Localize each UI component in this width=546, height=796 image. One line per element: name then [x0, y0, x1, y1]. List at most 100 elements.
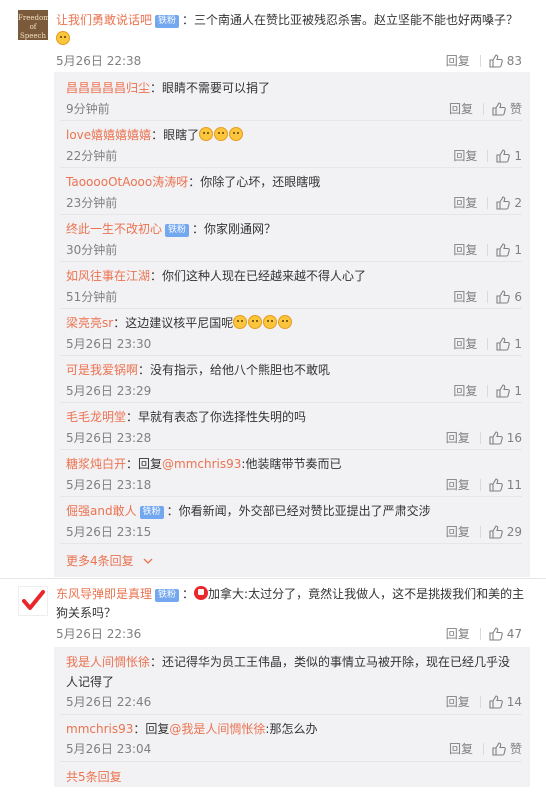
- like-count: 16: [506, 430, 522, 445]
- reply-button[interactable]: 回复: [446, 476, 470, 493]
- like-count: 1: [514, 383, 522, 398]
- username-link[interactable]: 可是我爱锅啊: [66, 363, 138, 377]
- reply-body: ：你看新闻，外交部已经对赞比亚提出了严肃交涉: [166, 504, 431, 518]
- reply-time: 5月26日 23:15: [66, 525, 152, 539]
- mention-link[interactable]: @mmchris93: [162, 457, 241, 471]
- reply-button[interactable]: 回复: [453, 194, 477, 211]
- mention-link[interactable]: @我是人间惆怅徐: [169, 722, 265, 736]
- reply-button[interactable]: 回复: [453, 241, 477, 258]
- comment-text: 东风导弹即是真理 铁粉：加拿大:太过分了，竟然让我做人，这不是挑拨我们和美的主 狗…: [56, 586, 525, 620]
- like-icon[interactable]: [496, 242, 511, 257]
- like-icon[interactable]: [489, 626, 503, 641]
- divider: [487, 149, 489, 162]
- sub-reply-text: 如风往事在江湖：你们这种人现在已经越来越不得人心了: [66, 268, 516, 284]
- reply-divider: [60, 214, 522, 215]
- reply-divider: [60, 496, 522, 497]
- avatar[interactable]: Freedom of Speech: [18, 10, 48, 40]
- reply-button[interactable]: 回复: [449, 740, 473, 757]
- reply-button[interactable]: 回复: [453, 382, 477, 399]
- like-icon[interactable]: [496, 148, 511, 163]
- reply-time: 5月26日 23:18: [66, 478, 152, 492]
- emoji-icon: [229, 127, 244, 141]
- like-icon[interactable]: [496, 383, 511, 398]
- like-count: 1: [514, 242, 522, 257]
- emoji-icon: [56, 31, 70, 45]
- username-link[interactable]: love嬉嬉嬉嬉嬉: [66, 128, 151, 142]
- username-link[interactable]: 糖浆炖白开: [66, 457, 126, 471]
- sub-reply-text: 可是我爱锅啊：没有指示，给他八个熊胆也不敢吼: [66, 362, 516, 378]
- like-icon[interactable]: [489, 694, 503, 709]
- reply-actions: 回复 29: [446, 523, 522, 540]
- chevron-down-icon: [144, 558, 153, 564]
- like-icon[interactable]: [492, 741, 506, 756]
- fan-badge: 铁粉: [155, 15, 180, 28]
- divider: [479, 525, 481, 538]
- username-link[interactable]: 终此一生不改初心: [66, 222, 162, 236]
- reply-actions: 回复 11: [446, 476, 522, 493]
- sub-reply-text: mmchris93：回复@我是人间惆怅徐:那怎么办: [66, 720, 516, 738]
- username-link[interactable]: 倔强and敢人: [66, 504, 137, 518]
- divider: [479, 627, 481, 640]
- reply-time: 5月26日 23:29: [66, 384, 152, 398]
- sub-reply-text: love嬉嬉嬉嬉嬉：眼瞎了: [66, 127, 516, 143]
- reply-button[interactable]: 回复: [453, 335, 477, 352]
- sub-reply-text: 昌昌昌昌昌归尘：眼睛不需要可以捐了: [66, 80, 516, 96]
- like-icon[interactable]: [489, 53, 503, 68]
- reply-button[interactable]: 回复: [446, 625, 470, 642]
- divider: [479, 54, 481, 67]
- like-icon[interactable]: [492, 101, 506, 116]
- reply-body: ：你家刚通网？: [192, 222, 277, 236]
- divider: [479, 431, 481, 444]
- like-icon[interactable]: [489, 430, 503, 445]
- reply-button[interactable]: 回复: [446, 52, 470, 69]
- username-link[interactable]: 如风往事在江湖: [66, 269, 150, 283]
- reply-divider: [60, 714, 522, 715]
- username-link[interactable]: 梁亮亮sr: [66, 316, 113, 330]
- reply-actions: 回复 1: [453, 382, 522, 399]
- reply-actions: 回复 16: [446, 429, 522, 446]
- reply-time: 5月26日 22:46: [66, 695, 152, 709]
- reply-body: ：回复: [133, 722, 170, 736]
- reply-time: 51分钟前: [66, 290, 118, 304]
- divider: [487, 384, 489, 397]
- reply-button[interactable]: 回复: [446, 523, 470, 540]
- sub-reply-text: 倔强and敢人 铁粉 ：你看新闻，外交部已经对赞比亚提出了严肃交涉: [66, 503, 516, 519]
- like-count: 47: [506, 626, 522, 641]
- username-link[interactable]: 东风导弹即是真理: [56, 587, 152, 601]
- username-link[interactable]: 昌昌昌昌昌归尘: [66, 81, 150, 95]
- reply-divider: [60, 308, 522, 309]
- reply-divider: [60, 761, 522, 762]
- like-count: 2: [514, 195, 522, 210]
- username-link[interactable]: 我是人间惆怅徐: [66, 655, 150, 669]
- comment-time: 5月26日 22:38: [56, 54, 142, 68]
- reply-actions: 回复 赞: [449, 740, 522, 757]
- reply-divider: [60, 543, 522, 544]
- username-link[interactable]: 毛毛龙明堂: [66, 410, 126, 424]
- username-link[interactable]: 让我们勇敢说话吧: [56, 13, 152, 27]
- like-icon[interactable]: [489, 524, 503, 539]
- avatar[interactable]: [18, 586, 48, 616]
- like-icon[interactable]: [496, 289, 511, 304]
- reply-button[interactable]: 回复: [446, 429, 470, 446]
- reply-divider: [60, 402, 522, 403]
- reply-time: 30分钟前: [66, 243, 118, 257]
- reply-button[interactable]: 回复: [446, 693, 470, 710]
- like-icon[interactable]: [496, 195, 511, 210]
- emoji-icon: [214, 127, 229, 141]
- reply-body: ：这边建议核平尼国呢: [113, 316, 234, 330]
- sub-reply-text: 梁亮亮sr：这边建议核平尼国呢: [66, 315, 516, 331]
- like-icon[interactable]: [496, 336, 511, 351]
- more-replies-link[interactable]: 更多4条回复: [66, 552, 153, 569]
- reply-actions: 回复 14: [446, 693, 522, 710]
- emoji-icon: [233, 315, 248, 329]
- username-link[interactable]: TaooooOtAooo涛涛呀: [66, 175, 188, 189]
- reply-button[interactable]: 回复: [449, 100, 473, 117]
- reply-button[interactable]: 回复: [453, 288, 477, 305]
- total-replies-link[interactable]: 共5条回复: [66, 768, 122, 785]
- comment-text: 让我们勇敢说话吧 铁粉 ：三个南通人在赞比亚被残忍杀害。赵立坚能不能也好两嗓子？: [56, 11, 526, 29]
- like-count: 83: [506, 53, 522, 68]
- like-icon[interactable]: [489, 477, 503, 492]
- username-link[interactable]: mmchris93: [66, 722, 133, 736]
- reply-button[interactable]: 回复: [453, 147, 477, 164]
- sub-reply-text: 终此一生不改初心 铁粉 ：你家刚通网？: [66, 221, 516, 237]
